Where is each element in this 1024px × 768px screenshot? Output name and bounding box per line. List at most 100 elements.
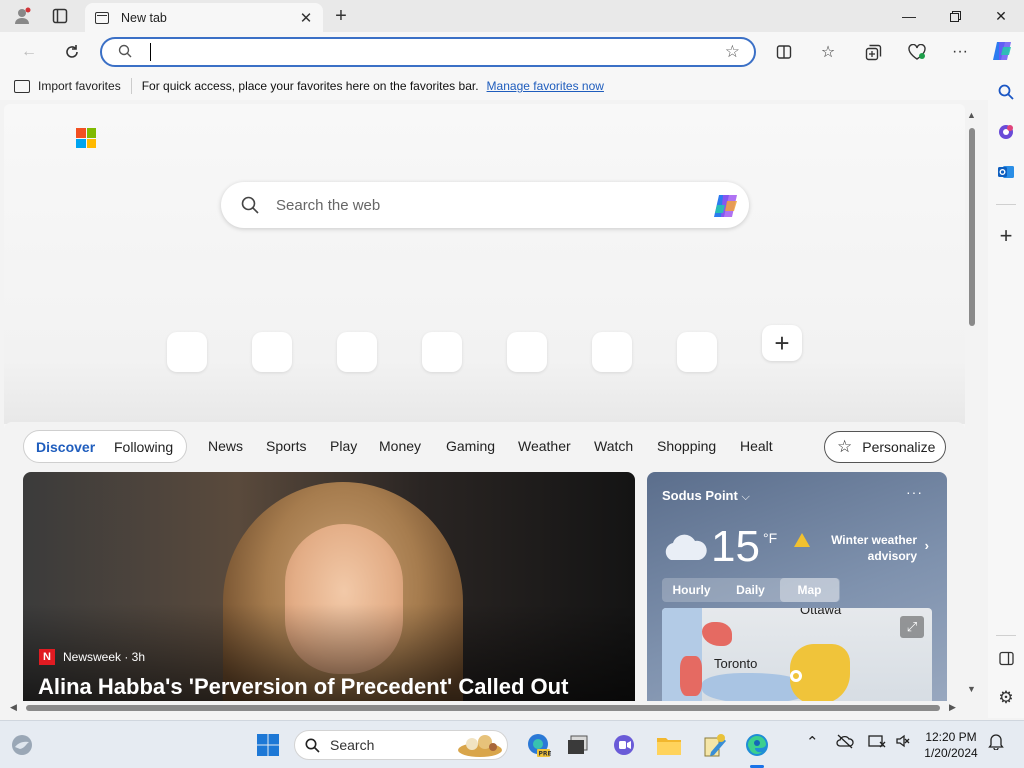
weather-unit: °F [763, 530, 778, 546]
task-view-app-icon[interactable] [564, 731, 592, 759]
personalize-label: Personalize [862, 439, 936, 455]
tab-discover[interactable]: Discover [36, 439, 95, 455]
split-screen-icon[interactable] [769, 38, 799, 66]
address-bar[interactable]: ☆ [100, 37, 756, 67]
nav-watch[interactable]: Watch [594, 438, 633, 454]
web-search-placeholder: Search the web [276, 197, 381, 214]
sidebar-search-icon[interactable] [992, 78, 1020, 106]
favorites-bar: Import favorites For quick access, place… [0, 72, 988, 100]
quick-link-tile[interactable] [592, 332, 632, 372]
tab-new-tab[interactable]: New tab ✕ [85, 3, 323, 32]
web-search-box[interactable]: Search the web [221, 182, 749, 228]
sidebar-divider [996, 204, 1016, 205]
cloud-icon [665, 534, 707, 560]
quick-link-tile[interactable] [677, 332, 717, 372]
taskbar-search-box[interactable]: Search [294, 730, 508, 760]
close-tab-icon[interactable]: ✕ [297, 9, 315, 27]
scroll-down-icon[interactable]: ▼ [967, 684, 976, 694]
start-windows-icon[interactable] [254, 731, 282, 759]
personalize-button[interactable]: ☆ Personalize [824, 431, 946, 463]
quick-link-tile[interactable] [337, 332, 377, 372]
search-copilot-icon[interactable] [711, 191, 741, 221]
expand-map-icon[interactable]: ⤢ [900, 616, 924, 638]
import-favorites-label: Import favorites [38, 79, 121, 93]
volume-muted-icon[interactable] [895, 733, 911, 753]
back-icon[interactable]: ← [14, 38, 44, 66]
personalize-star-icon: ☆ [837, 437, 853, 456]
scroll-right-icon[interactable]: ▶ [949, 702, 956, 713]
file-explorer-icon[interactable] [655, 731, 683, 759]
nav-sports[interactable]: Sports [266, 438, 306, 454]
hero-headline[interactable]: Alina Habba's 'Perversion of Precedent' … [38, 674, 568, 700]
horizontal-scrollbar[interactable]: ◀ ▶ [4, 701, 965, 715]
quick-link-tile[interactable] [422, 332, 462, 372]
vertical-scroll-thumb[interactable] [969, 128, 975, 326]
manage-favorites-link[interactable]: Manage favorites now [487, 79, 604, 93]
widgets-icon[interactable] [8, 731, 36, 759]
restore-icon[interactable] [932, 0, 978, 32]
teams-chat-icon[interactable] [610, 731, 638, 759]
sidebar-hide-icon[interactable] [992, 644, 1020, 672]
tab-title: New tab [121, 10, 167, 25]
hero-source: N Newsweek · 3h [39, 649, 145, 665]
add-site-button[interactable]: + [762, 325, 802, 361]
horizontal-scroll-thumb[interactable] [26, 705, 940, 711]
quick-link-tile[interactable] [507, 332, 547, 372]
address-input[interactable] [146, 43, 706, 61]
weather-card[interactable]: Sodus Point ⌵ ··· 15 °F Winter weather a… [647, 472, 947, 701]
weather-more-icon[interactable]: ··· [906, 484, 923, 500]
notification-bell-icon[interactable] [988, 733, 1004, 754]
weather-tab-map[interactable]: Map [780, 578, 839, 602]
quick-link-tile[interactable] [252, 332, 292, 372]
scroll-left-icon[interactable]: ◀ [10, 702, 17, 713]
hero-gradient [23, 472, 635, 701]
profile-icon[interactable] [8, 4, 36, 28]
onedrive-offline-icon[interactable] [836, 733, 854, 753]
map-city-ottawa: Ottawa [800, 608, 842, 617]
weather-map[interactable]: Ottawa Toronto ⤢ [662, 608, 932, 701]
tab-actions-icon[interactable] [46, 4, 74, 28]
network-icon[interactable] [868, 733, 886, 753]
system-clock[interactable]: 12:20 PM 1/20/2024 [920, 729, 982, 761]
nav-gaming[interactable]: Gaming [446, 438, 495, 454]
scroll-up-icon[interactable]: ▲ [967, 110, 976, 120]
weather-advisory[interactable]: Winter weather advisory › [794, 532, 929, 564]
sidebar-outlook-icon[interactable] [992, 158, 1020, 186]
map-alert-area [702, 622, 732, 646]
minimize-icon[interactable]: — [886, 0, 932, 32]
edge-browser-icon[interactable] [743, 731, 771, 759]
nav-play[interactable]: Play [330, 438, 357, 454]
nav-money[interactable]: Money [379, 438, 421, 454]
news-feed: Discover Following News Sports Play Mone… [4, 422, 965, 701]
microsoft-logo-icon[interactable] [76, 128, 96, 148]
address-search-icon [118, 44, 132, 58]
nav-weather[interactable]: Weather [518, 438, 571, 454]
copilot-icon[interactable] [990, 39, 1014, 63]
vertical-scrollbar[interactable]: ▲ ▼ [966, 108, 978, 700]
quick-link-tile[interactable] [167, 332, 207, 372]
weather-tab-hourly[interactable]: Hourly [662, 578, 721, 602]
edge-canary-app-icon[interactable]: PRE [524, 731, 552, 759]
svg-text:PRE: PRE [539, 751, 552, 758]
favorites-icon[interactable]: ☆ [813, 38, 843, 66]
nav-health[interactable]: Healt [740, 438, 773, 454]
sidebar-settings-gear-icon[interactable]: ⚙ [992, 684, 1020, 712]
nav-shopping[interactable]: Shopping [657, 438, 716, 454]
sidebar-add-icon[interactable]: + [992, 222, 1020, 250]
add-favorite-star-icon[interactable]: ☆ [725, 42, 740, 62]
nav-news[interactable]: News [208, 438, 243, 454]
sidebar-office-icon[interactable] [992, 118, 1020, 146]
settings-more-icon[interactable]: ··· [945, 38, 975, 66]
notepad-app-icon[interactable] [700, 731, 728, 759]
weather-location[interactable]: Sodus Point ⌵ [662, 488, 750, 504]
tab-following[interactable]: Following [114, 439, 173, 455]
refresh-icon[interactable] [57, 38, 87, 66]
new-tab-plus-icon[interactable]: + [327, 4, 355, 28]
hero-article-card[interactable]: N Newsweek · 3h Alina Habba's 'Perversio… [23, 472, 635, 701]
browser-essentials-icon[interactable] [902, 38, 932, 66]
show-hidden-icons-chevron-icon[interactable]: ⌃ [806, 733, 819, 751]
close-window-icon[interactable]: ✕ [978, 0, 1024, 32]
weather-tab-daily[interactable]: Daily [721, 578, 780, 602]
import-favorites-button[interactable]: Import favorites [14, 79, 121, 93]
collections-icon[interactable] [858, 38, 888, 66]
